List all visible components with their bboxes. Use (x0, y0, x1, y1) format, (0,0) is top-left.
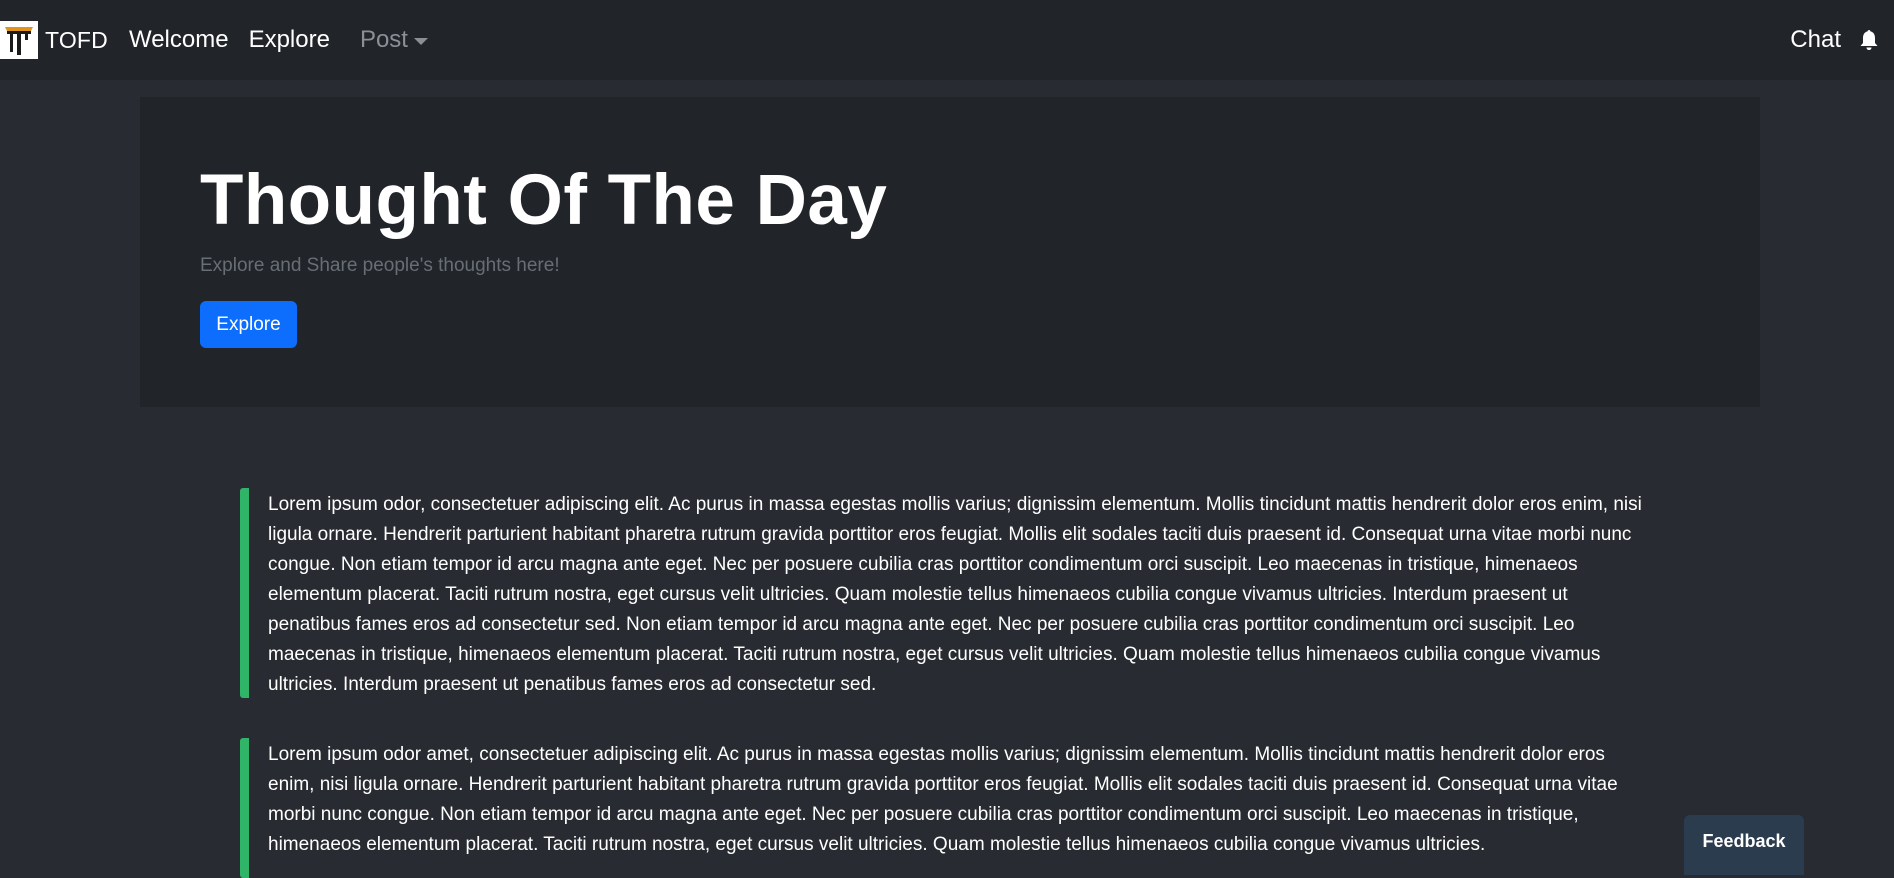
nav-post-dropdown[interactable]: Post (360, 26, 428, 54)
top-navbar: TOFD Welcome Explore Post Chat (0, 0, 1894, 80)
nav-explore[interactable]: Explore (249, 26, 330, 54)
brand-name: TOFD (45, 26, 108, 53)
logo-t-mark (1, 22, 37, 58)
tofd-logo (0, 21, 38, 59)
thought-text: Lorem ipsum odor amet, consectetuer adip… (268, 744, 1618, 855)
explore-button[interactable]: Explore (200, 301, 297, 348)
bell-icon[interactable] (1858, 28, 1880, 52)
nav-welcome[interactable]: Welcome (129, 26, 229, 54)
thought-text: Lorem ipsum odor, consectetuer adipiscin… (268, 494, 1642, 695)
hero-title: Thought Of The Day (200, 161, 888, 240)
nav-right: Chat (1790, 26, 1880, 54)
brand-link[interactable]: TOFD (0, 0, 108, 80)
nav-chat[interactable]: Chat (1790, 26, 1841, 54)
feedback-tab[interactable]: Feedback (1684, 815, 1804, 875)
hero-subtitle: Explore and Share people's thoughts here… (200, 255, 560, 276)
hero-section: Thought Of The Day Explore and Share peo… (140, 97, 1760, 407)
thought-card: Lorem ipsum odor amet, consectetuer adip… (240, 738, 1650, 878)
chevron-down-icon (413, 37, 428, 45)
thought-card: Lorem ipsum odor, consectetuer adipiscin… (240, 488, 1650, 698)
nav-post-label: Post (359, 26, 408, 53)
